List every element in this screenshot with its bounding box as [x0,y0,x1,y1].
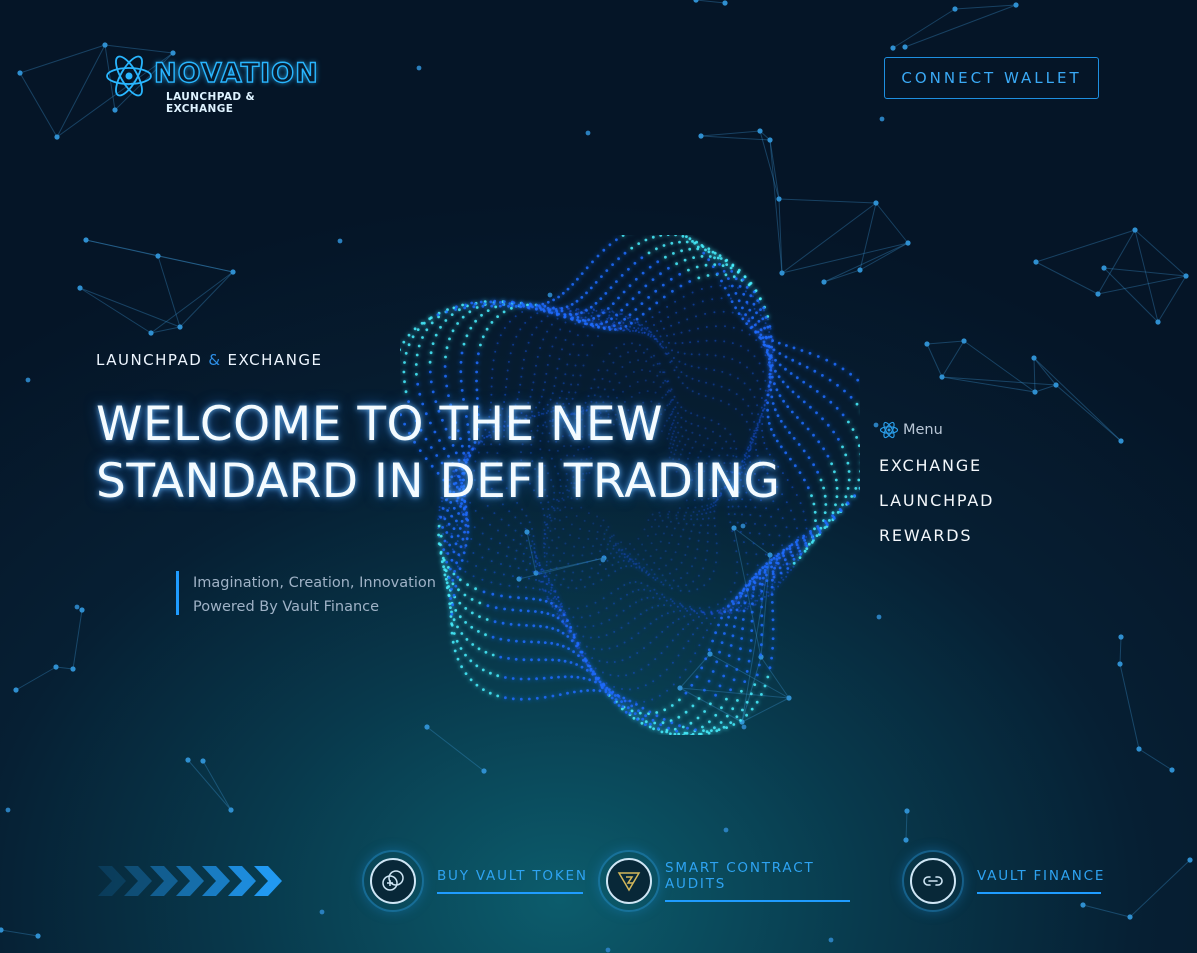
audit-shield-icon [617,872,641,892]
audits-underline [665,900,850,902]
tagline-line-1: Imagination, Creation, Innovation [193,575,436,591]
link-icon [923,876,943,886]
tagline-line-2: Powered By Vault Finance [193,599,380,615]
headline-line-1: WELCOME TO THE NEW [96,397,664,452]
audits-label-line-2: AUDITS [665,876,727,892]
atom-icon [879,421,899,439]
buy-token-ring [362,850,424,912]
vault-finance-underline [977,892,1101,894]
hero-headline: WELCOME TO THE NEW STANDARD IN DEFI TRAD… [96,396,781,510]
menu-item-rewards[interactable]: REWARDS [879,526,994,547]
menu-item-launchpad[interactable]: LAUNCHPAD [879,491,994,512]
buy-token-underline [437,892,583,894]
connect-wallet-button[interactable]: CONNECT WALLET [884,57,1099,99]
coins-icon [382,870,404,891]
audit-ring [598,850,660,912]
headline-line-2: STANDARD IN DEFI TRADING [96,454,781,509]
audits-label-line-1: SMART CONTRACT [665,860,815,876]
eyebrow-launchpad: LAUNCHPAD [96,351,203,369]
menu-title: Menu [879,420,994,440]
brand-logo[interactable]: NOVATION LAUNCHPAD & EXCHANGE [104,52,319,115]
brand-tagline: LAUNCHPAD & EXCHANGE [166,91,256,115]
smart-contract-audits-link[interactable]: SMART CONTRACT AUDITS [598,850,853,912]
menu-item-exchange[interactable]: EXCHANGE [879,456,994,477]
chevron-arrows-decoration [98,866,282,896]
atom-icon [106,55,152,97]
vault-finance-link[interactable]: VAULT FINANCE [902,850,1106,912]
side-menu: Menu EXCHANGE LAUNCHPAD REWARDS [879,420,994,561]
eyebrow-ampersand: & [208,351,222,369]
brand-name: NOVATION [153,57,319,89]
eyebrow-exchange: EXCHANGE [227,351,323,369]
hero-eyebrow: LAUNCHPAD & EXCHANGE [96,351,323,369]
buy-vault-token-link[interactable]: BUY VAULT TOKEN [362,850,587,912]
vault-finance-label: VAULT FINANCE [977,868,1106,884]
menu-title-label: Menu [903,422,943,438]
buy-vault-token-label: BUY VAULT TOKEN [437,868,588,884]
hero-tagline: Imagination, Creation, Innovation Powere… [176,571,436,615]
vault-finance-ring [902,850,964,912]
